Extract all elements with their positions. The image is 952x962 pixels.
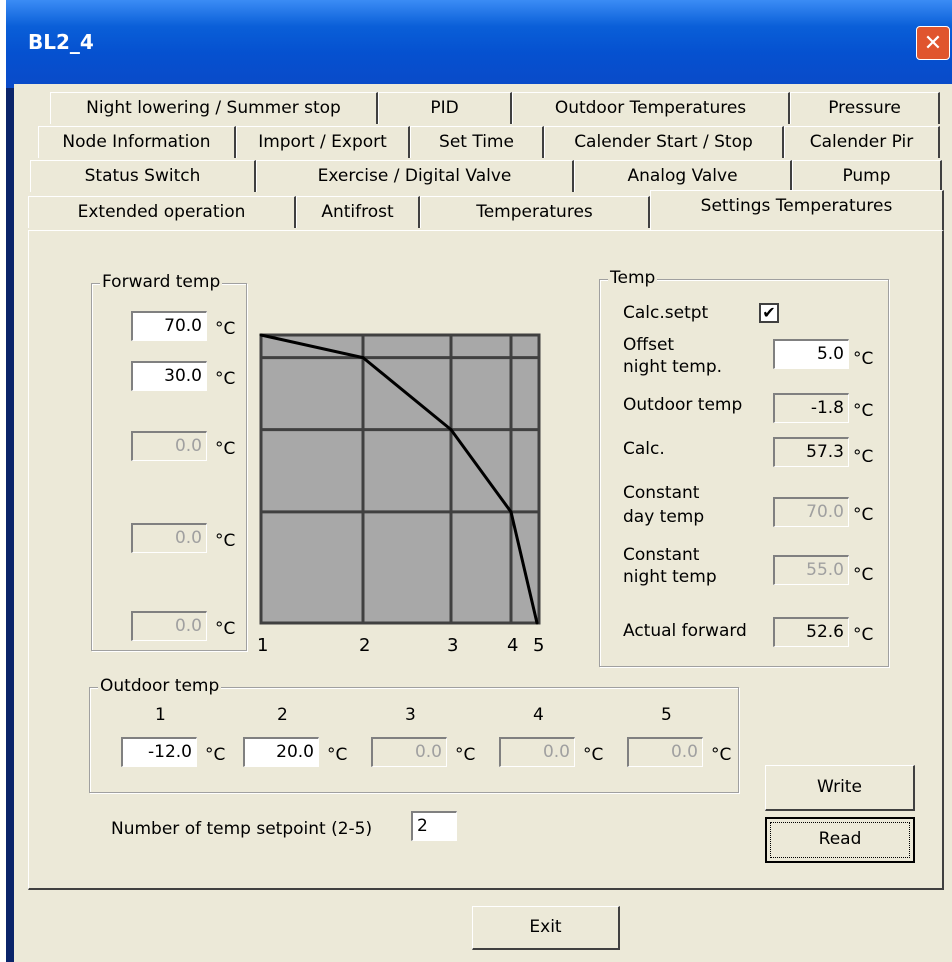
calc-unit: °C xyxy=(853,447,874,467)
constant-night-temp-value: 55.0 xyxy=(773,555,849,585)
outdoor-temp-header-4: 4 xyxy=(533,705,544,725)
chart-point-1 xyxy=(259,333,263,337)
chart-point-5 xyxy=(535,621,539,625)
tab-import-export[interactable]: Import / Export xyxy=(236,126,410,158)
tab-night-lowering-summer-stop[interactable]: Night lowering / Summer stop xyxy=(50,92,378,124)
tab-extended-operation[interactable]: Extended operation xyxy=(28,196,296,228)
outdoor-temp-1-unit: °C xyxy=(205,745,226,765)
chart-x-tick-3: 3 xyxy=(447,635,458,656)
tab-temperatures[interactable]: Temperatures xyxy=(420,196,650,228)
chart-x-tick-1: 1 xyxy=(257,635,268,656)
outdoor-temp-label: Outdoor temp xyxy=(623,395,743,415)
settings-temperatures-panel: Forward temp 70.0 °C 30.0 °C 0.0 °C 0.0 … xyxy=(28,230,944,890)
forward-temp-4-input: 0.0 xyxy=(131,523,207,553)
tab-node-information[interactable]: Node Information xyxy=(38,126,236,158)
chart-plot-area xyxy=(259,333,541,625)
write-button[interactable]: Write xyxy=(765,765,915,811)
actual-forward-label: Actual forward xyxy=(623,621,747,641)
offset-night-label-line1: Offset xyxy=(623,335,675,355)
read-button[interactable]: Read xyxy=(765,817,915,863)
forward-temp-5-unit: °C xyxy=(215,619,236,639)
tab-calender-start-stop[interactable]: Calender Start / Stop xyxy=(544,126,784,158)
outdoor-temp-2-input[interactable]: 20.0 xyxy=(243,737,319,767)
constant-night-label-line2: night temp xyxy=(623,567,717,587)
tab-set-time[interactable]: Set Time xyxy=(410,126,544,158)
forward-temp-5-input: 0.0 xyxy=(131,611,207,641)
forward-temp-3-unit: °C xyxy=(215,439,236,459)
tab-calender-pir[interactable]: Calender Pir xyxy=(784,126,940,158)
outdoor-temp-5-unit: °C xyxy=(711,745,732,765)
outdoor-temp-3-unit: °C xyxy=(455,745,476,765)
outdoor-temp-header-1: 1 xyxy=(155,705,166,725)
tab-pump[interactable]: Pump xyxy=(792,160,942,192)
outdoor-temp-4-unit: °C xyxy=(583,745,604,765)
forward-temp-1-input[interactable]: 70.0 xyxy=(131,311,207,341)
outdoor-temp-legend: Outdoor temp xyxy=(98,676,222,696)
num-setpoint-label: Number of temp setpoint (2-5) xyxy=(111,819,373,839)
actual-forward-value: 52.6 xyxy=(773,617,849,647)
constant-night-temp-unit: °C xyxy=(853,565,874,585)
tab-pressure[interactable]: Pressure xyxy=(790,92,940,124)
calc-setpt-label: Calc.setpt xyxy=(623,303,709,323)
exit-button[interactable]: Exit xyxy=(472,906,620,950)
forward-temp-curve-chart: 1 2 3 45 xyxy=(257,333,544,656)
tab-analog-valve[interactable]: Analog Valve xyxy=(574,160,792,192)
read-button-label: Read xyxy=(770,822,910,858)
chart-point-3 xyxy=(449,428,453,432)
chart-x-tick-4: 4 xyxy=(507,635,518,656)
outdoor-temp-4-input: 0.0 xyxy=(499,737,575,767)
chart-x-tick-2: 2 xyxy=(359,635,370,656)
forward-temp-2-unit: °C xyxy=(215,369,236,389)
calc-setpt-checkbox[interactable]: ✔ xyxy=(759,303,779,323)
outdoor-temp-1-input[interactable]: -12.0 xyxy=(121,737,197,767)
window-title: BL2_4 xyxy=(28,30,94,54)
outdoor-temp-header-5: 5 xyxy=(661,705,672,725)
actual-forward-unit: °C xyxy=(853,625,874,645)
calc-value: 57.3 xyxy=(773,437,849,467)
chart-point-4 xyxy=(509,510,513,514)
tab-status-switch[interactable]: Status Switch xyxy=(30,160,256,192)
close-icon[interactable]: ✕ xyxy=(916,26,950,60)
outdoor-temp-unit: °C xyxy=(853,401,874,421)
num-setpoint-input[interactable]: 2 xyxy=(411,811,457,841)
forward-temp-2-input[interactable]: 30.0 xyxy=(131,361,207,391)
calc-label: Calc. xyxy=(623,439,665,459)
offset-night-label-line2: night temp. xyxy=(623,357,723,377)
outdoor-temp-header-3: 3 xyxy=(405,705,416,725)
constant-day-label-line1: Constant xyxy=(623,483,700,503)
offset-night-temp-unit: °C xyxy=(853,349,874,369)
constant-day-temp-value: 70.0 xyxy=(773,497,849,527)
outdoor-temp-3-input: 0.0 xyxy=(371,737,447,767)
tab-antifrost[interactable]: Antifrost xyxy=(296,196,420,228)
constant-night-label-line1: Constant xyxy=(623,545,700,565)
forward-temp-1-unit: °C xyxy=(215,319,236,339)
chart-point-2 xyxy=(361,356,365,360)
offset-night-temp-input[interactable]: 5.0 xyxy=(773,339,849,369)
chart-x-tick-5: 5 xyxy=(533,635,544,656)
tab-exercise-digital-valve[interactable]: Exercise / Digital Valve xyxy=(256,160,574,192)
outdoor-temp-5-input: 0.0 xyxy=(627,737,703,767)
tab-settings-temperatures[interactable]: Settings Temperatures xyxy=(650,190,944,230)
outdoor-temp-2-unit: °C xyxy=(327,745,348,765)
tab-outdoor-temperatures[interactable]: Outdoor Temperatures xyxy=(512,92,790,124)
constant-day-label-line2: day temp xyxy=(623,507,705,527)
outdoor-temp-value: -1.8 xyxy=(773,393,849,423)
tab-pid[interactable]: PID xyxy=(378,92,512,124)
temp-legend: Temp xyxy=(608,268,658,288)
forward-temp-legend: Forward temp xyxy=(100,272,223,292)
outdoor-temp-header-2: 2 xyxy=(277,705,288,725)
forward-temp-3-input: 0.0 xyxy=(131,431,207,461)
title-bar[interactable]: BL2_4 ✕ xyxy=(6,0,952,88)
constant-day-temp-unit: °C xyxy=(853,505,874,525)
forward-temp-4-unit: °C xyxy=(215,531,236,551)
